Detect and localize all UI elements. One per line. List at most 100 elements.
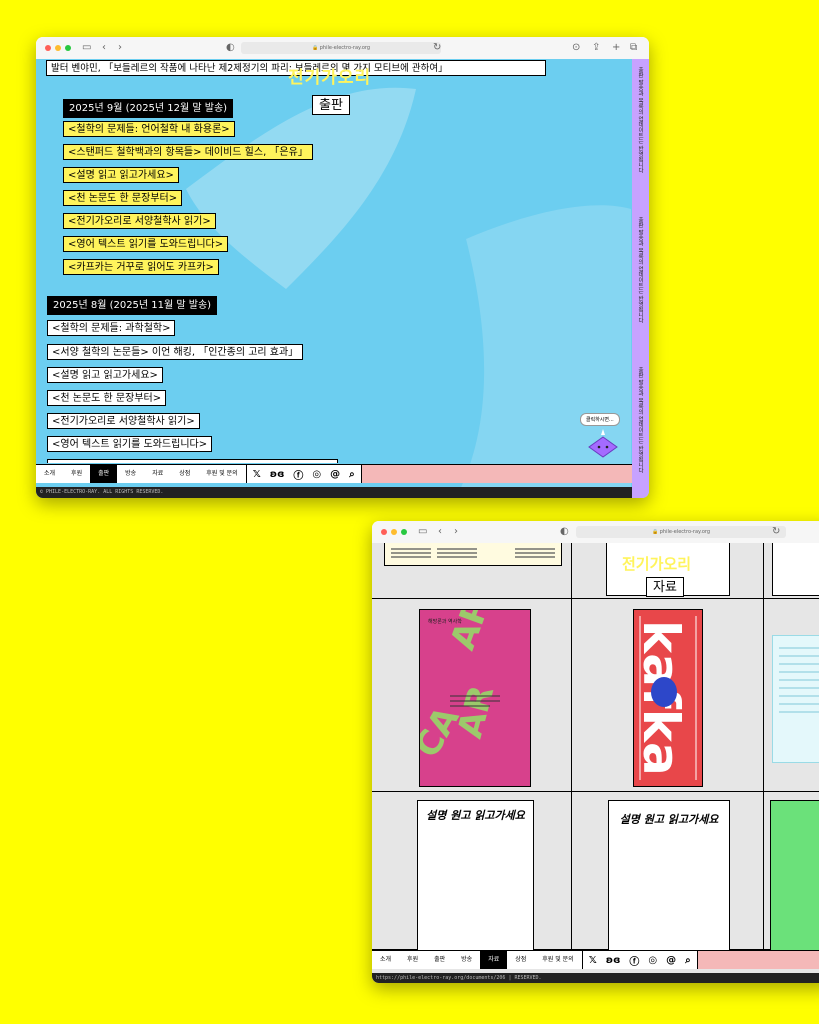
minimize-dot[interactable]	[391, 529, 397, 535]
facebook-icon[interactable]: ⓕ	[629, 953, 639, 968]
butterfly-icon[interactable]: ʚɞ	[606, 955, 621, 966]
instagram-icon[interactable]: ◎	[312, 469, 321, 480]
side-banner: 출판 발송과 목록의 업데이트는 반영됩니다 출판 발송과 목록의 업데이트는 …	[632, 59, 649, 498]
doc-lines	[779, 647, 819, 713]
page-content: 전기가오리 자료 해방론과 역사학 AP CA AR ka	[372, 543, 819, 983]
close-dot[interactable]	[45, 45, 51, 51]
nav-publications[interactable]: 출판	[426, 951, 453, 969]
social-icons: 𝕏 ʚɞ ⓕ ◎ @ ⌕	[581, 951, 697, 969]
site-logo[interactable]: 전기가오리	[288, 63, 371, 88]
card-green[interactable]	[770, 800, 819, 951]
tabs-icon[interactable]: ⧉	[630, 40, 637, 56]
butterfly-icon[interactable]: ʚɞ	[270, 469, 285, 480]
list-item[interactable]: <철학의 문제들: 언어철학 내 화용론>	[63, 121, 235, 137]
search-icon[interactable]: ⌕	[349, 469, 355, 480]
list-item[interactable]: <천 논문도 한 문장부터>	[63, 190, 183, 206]
nav-support[interactable]: 후원	[399, 951, 426, 969]
list-item[interactable]: <카프카는 거꾸로 읽어도 카프카>	[63, 259, 219, 275]
document-thumbnail[interactable]	[772, 635, 819, 763]
list-item[interactable]: <전기가오리로 서양철학사 읽기>	[47, 413, 200, 429]
site-logo[interactable]: 전기가오리	[622, 553, 691, 574]
nav-contact[interactable]: 후원 및 문의	[534, 951, 581, 969]
list-item[interactable]: <설명 읽고 읽고가세요>	[47, 367, 163, 383]
grid-cell	[764, 543, 819, 599]
bottom-nav: 소개 후원 출판 방송 자료 상점 후원 및 문의 𝕏 ʚɞ ⓕ ◎ @ ⌕	[372, 950, 819, 969]
list-item[interactable]: <전기가오리로 서양철학사 읽기>	[63, 213, 216, 229]
text-lines	[391, 548, 555, 558]
nav-contact[interactable]: 후원 및 문의	[198, 465, 245, 483]
list-item[interactable]: <영어 텍스트 읽기를 도와드립니다>	[63, 236, 229, 252]
reload-icon[interactable]: ↻	[772, 524, 780, 540]
url-bar[interactable]: 🔒 phile-electro-ray.org	[576, 526, 786, 538]
download-icon[interactable]: ⊙	[572, 40, 580, 56]
nav-publications[interactable]: 출판	[90, 465, 118, 483]
list-item[interactable]: <스탠퍼드 철학백과의 항목들> 데이비드 힐스, 「은유」	[63, 144, 313, 160]
instagram-icon[interactable]: ◎	[648, 955, 657, 966]
list-item[interactable]: <설명 읽고 읽고가세요>	[63, 167, 179, 183]
footer: © PHILE-ELECTRO-RAY. ALL RIGHTS RESERVED…	[36, 487, 632, 498]
card-title: 설명 원고 읽고가세요	[426, 809, 525, 822]
book-cover-kafka[interactable]: kafka	[632, 609, 703, 787]
card-explain-1[interactable]: 설명 원고 읽고가세요	[417, 800, 534, 951]
nav-about[interactable]: 소개	[36, 465, 63, 483]
reload-icon[interactable]: ↻	[433, 40, 441, 56]
nav-filler	[696, 951, 819, 969]
grid-cell: 해방론과 역사학 AP CA AR	[372, 599, 572, 792]
close-dot[interactable]	[381, 529, 387, 535]
shield-icon[interactable]: ◐	[226, 40, 235, 56]
x-icon[interactable]: 𝕏	[589, 955, 597, 966]
chat-bubble[interactable]: 클릭하시면...	[580, 413, 620, 426]
page-title: 자료	[646, 577, 684, 597]
list-item[interactable]: <천 논문도 한 문장부터>	[47, 390, 167, 406]
nav-support[interactable]: 후원	[63, 465, 90, 483]
facebook-icon[interactable]: ⓕ	[293, 467, 303, 482]
nav-materials[interactable]: 자료	[144, 465, 171, 483]
shield-icon[interactable]: ◐	[560, 524, 569, 540]
month-heading-aug: 2025년 8월 (2025년 11월 말 발송)	[47, 296, 218, 315]
list-item[interactable]: <철학의 문제들: 과학철학>	[47, 320, 176, 336]
threads-icon[interactable]: @	[330, 469, 340, 480]
svg-text:AP: AP	[443, 610, 498, 655]
threads-icon[interactable]: @	[666, 955, 676, 966]
nav-about[interactable]: 소개	[372, 951, 399, 969]
list-item[interactable]: <서양 철학의 논문들> 이언 해킹, 「인간종의 고리 효과」	[47, 344, 304, 360]
x-icon[interactable]: 𝕏	[253, 469, 261, 480]
back-icon[interactable]: ‹	[102, 40, 106, 56]
sidebar-icon[interactable]: ▭	[82, 40, 91, 56]
browser-window-publications: ▭ ‹ › ◐ 🔒 phile-electro-ray.org ↻ ⊙ ⇪ + …	[36, 37, 649, 498]
zoom-dot[interactable]	[65, 45, 71, 51]
page-content: 발터 벤야민, 「보들레르의 작품에 나타난 제2제정기의 파리: 보들레르의 …	[36, 59, 649, 498]
nav-shop[interactable]: 상점	[507, 951, 534, 969]
new-tab-icon[interactable]: +	[612, 40, 620, 56]
card-explain-2[interactable]: 설명 원고 읽고가세요	[608, 800, 730, 951]
status-url: https://phile-electro-ray.org/documents/…	[372, 973, 819, 983]
sidebar-icon[interactable]: ▭	[418, 524, 427, 540]
grid-cell	[764, 599, 819, 792]
forward-icon[interactable]: ›	[454, 524, 458, 540]
list-item[interactable]: <영어 텍스트 읽기를 도와드립니다>	[47, 436, 213, 452]
card-snippet[interactable]	[772, 543, 819, 596]
back-icon[interactable]: ‹	[438, 524, 442, 540]
list-item-partial	[47, 459, 338, 463]
book-art: kafka	[632, 616, 697, 780]
grid-cell: 설명 원고 읽고가세요	[372, 792, 572, 951]
url-bar[interactable]: 🔒 phile-electro-ray.org	[241, 42, 441, 54]
month-heading-sep: 2025년 9월 (2025년 12월 말 발송)	[63, 99, 234, 118]
nav-broadcast[interactable]: 방송	[117, 465, 144, 483]
bottom-nav: 소개 후원 출판 방송 자료 상점 후원 및 문의 𝕏 ʚɞ ⓕ ◎ @ ⌕	[36, 464, 632, 483]
card-snippet[interactable]	[384, 543, 562, 566]
nav-filler	[360, 465, 632, 483]
grid-cell: kafka	[572, 599, 764, 792]
search-icon[interactable]: ⌕	[685, 955, 691, 966]
zoom-dot[interactable]	[401, 529, 407, 535]
social-icons: 𝕏 ʚɞ ⓕ ◎ @ ⌕	[245, 465, 361, 483]
grid-cell	[372, 543, 572, 599]
nav-broadcast[interactable]: 방송	[453, 951, 480, 969]
forward-icon[interactable]: ›	[118, 40, 122, 56]
mascot-icon[interactable]	[584, 429, 622, 461]
share-icon[interactable]: ⇪	[592, 40, 600, 56]
book-cover-canapar[interactable]: 해방론과 역사학 AP CA AR	[419, 609, 531, 787]
minimize-dot[interactable]	[55, 45, 61, 51]
nav-shop[interactable]: 상점	[171, 465, 198, 483]
nav-materials[interactable]: 자료	[480, 951, 508, 969]
